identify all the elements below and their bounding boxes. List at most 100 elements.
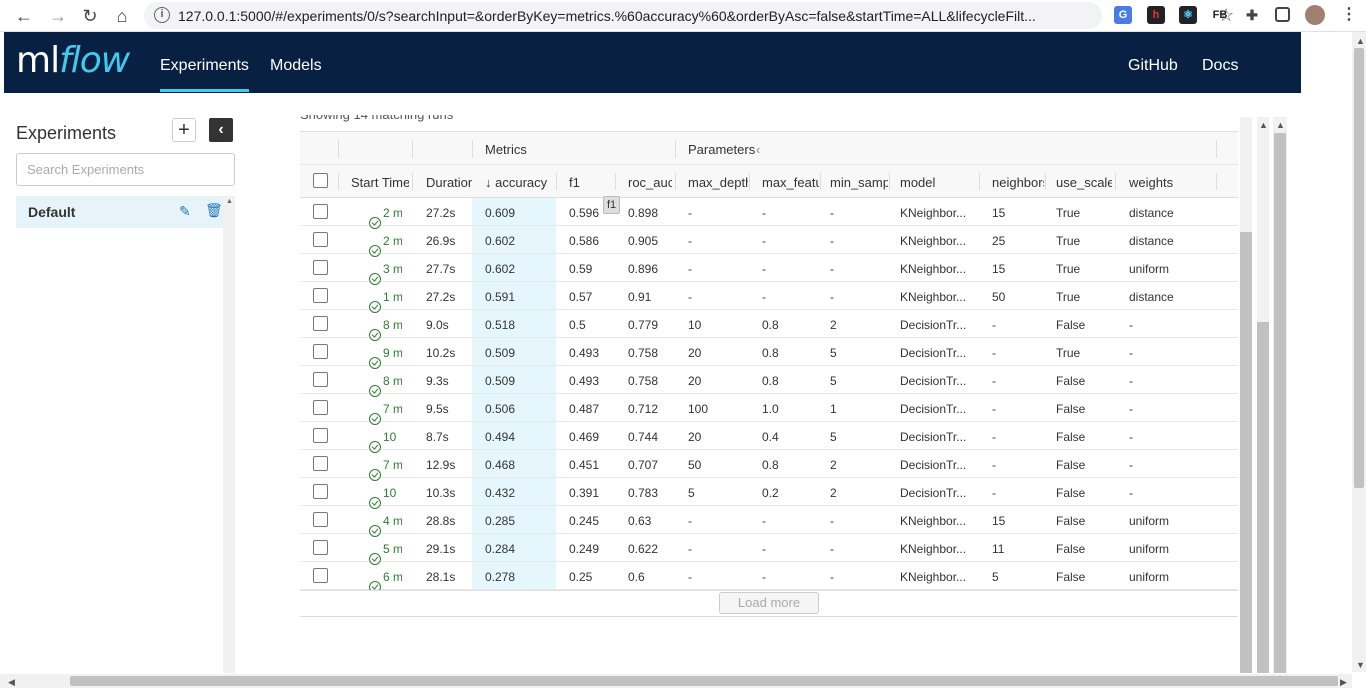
cell-text: - (830, 234, 834, 248)
row-checkbox[interactable] (313, 260, 328, 275)
header-use-scaler[interactable]: use_scaler (1056, 175, 1112, 190)
load-more-button[interactable]: Load more (719, 592, 819, 614)
extensions-puzzle-icon[interactable]: ✚ (1243, 6, 1261, 24)
select-all-checkbox[interactable] (313, 173, 328, 188)
cell-text: - (762, 234, 766, 248)
table-row[interactable]: ⊘108.7s0.4940.4690.744200.45DecisionTr..… (300, 422, 1238, 453)
header-neighbors[interactable]: neighbors (992, 175, 1044, 190)
side-panel-icon[interactable] (1275, 7, 1290, 22)
grid-scroll-thumb[interactable] (1240, 232, 1252, 673)
sidebar-item-default[interactable]: Default ✎ 🗑 (16, 196, 223, 228)
fb-extension-icon[interactable]: FB (1211, 6, 1229, 24)
table-row[interactable]: ⊘5 m29.1s0.2840.2490.622---KNeighbor...1… (300, 534, 1238, 565)
trash-icon[interactable]: 🗑 (205, 202, 223, 219)
table-row[interactable]: ⊘2 m27.2s0.6090.5960.898---KNeighbor...1… (300, 198, 1238, 229)
row-checkbox[interactable] (313, 316, 328, 331)
cell-roc-auc: 0.896 (628, 262, 672, 276)
collapse-parameters-icon[interactable]: ‹ (756, 142, 760, 157)
forward-icon[interactable]: → (46, 4, 70, 28)
nav-models[interactable]: Models (270, 57, 322, 75)
cell-text: 10 (383, 486, 397, 500)
page-scroll-thumb[interactable] (1354, 48, 1364, 488)
back-icon[interactable]: ← (12, 4, 36, 28)
table-row[interactable]: ⊘7 m9.5s0.5060.4870.7121001.01DecisionTr… (300, 394, 1238, 425)
cell-text: 10 (688, 318, 702, 332)
home-icon[interactable]: ⌂ (110, 4, 134, 28)
header-f1[interactable]: f1 (569, 175, 609, 190)
scroll-right-arrow-icon[interactable]: ▶ (1340, 677, 1347, 688)
site-info-icon[interactable]: i (154, 7, 170, 23)
table-row[interactable]: ⊘1 m27.2s0.5910.570.91---KNeighbor...50T… (300, 282, 1238, 313)
header-duration[interactable]: Duration (426, 175, 472, 190)
row-checkbox[interactable] (313, 204, 328, 219)
header-max-features[interactable]: max_featu (762, 175, 819, 190)
mlflow-logo[interactable]: mlflow (16, 40, 130, 81)
scroll-down-arrow-icon[interactable]: ▼ (1356, 660, 1365, 670)
scroll-left-arrow-icon[interactable]: ◀ (8, 677, 15, 688)
row-checkbox[interactable] (313, 456, 328, 471)
cell-max-depth: - (688, 290, 746, 304)
react-devtools-icon[interactable]: ⚛ (1179, 6, 1197, 24)
header-start-time[interactable]: Start Time (351, 175, 409, 190)
cell-text: - (762, 570, 766, 584)
table-row[interactable]: ⊘4 m28.8s0.2850.2450.63---KNeighbor...15… (300, 506, 1238, 537)
table-row[interactable]: ⊘1010.3s0.4320.3910.78350.22DecisionTr..… (300, 478, 1238, 509)
cell-roc-auc: 0.63 (628, 514, 672, 528)
cell-model: KNeighbor... (900, 262, 975, 276)
row-checkbox[interactable] (313, 400, 328, 415)
table-row[interactable]: ⊘8 m9.3s0.5090.4930.758200.85DecisionTr.… (300, 366, 1238, 397)
cell-text: - (992, 374, 996, 388)
scroll-up-arrow-icon[interactable]: ▲ (1259, 120, 1268, 130)
nav-docs[interactable]: Docs (1202, 57, 1238, 75)
header-model[interactable]: model (900, 175, 960, 190)
row-checkbox[interactable] (313, 288, 328, 303)
row-checkbox[interactable] (313, 484, 328, 499)
row-checkbox[interactable] (313, 512, 328, 527)
collapse-sidebar-button[interactable]: ‹ (209, 118, 233, 142)
header-roc-auc[interactable]: roc_auc (628, 175, 672, 190)
header-min-samples[interactable]: min_sampl (830, 175, 888, 190)
table-row[interactable]: ⊘7 m12.9s0.4680.4510.707500.82DecisionTr… (300, 450, 1238, 481)
table-row[interactable]: ⊘3 m27.7s0.6020.590.896---KNeighbor...15… (300, 254, 1238, 285)
browser-menu-icon[interactable]: ⋮ (1340, 6, 1358, 24)
inner-scroll-thumb[interactable] (1257, 322, 1269, 673)
header-max-depth[interactable]: max_depth (688, 175, 748, 190)
page-hscroll-thumb[interactable] (70, 676, 1338, 686)
add-experiment-button[interactable]: + (172, 118, 196, 142)
row-checkbox[interactable] (313, 232, 328, 247)
table-row[interactable]: ⊘8 m9.0s0.5180.50.779100.82DecisionTr...… (300, 310, 1238, 341)
scroll-up-arrow-icon[interactable]: ▲ (1356, 36, 1365, 46)
outer-scroll-thumb[interactable] (1274, 133, 1286, 673)
row-checkbox[interactable] (313, 428, 328, 443)
row-checkbox[interactable] (313, 372, 328, 387)
column-header-row: Start Time Duration ↓ accuracy f1 roc_au… (300, 165, 1238, 198)
cell-text: KNeighbor... (900, 514, 967, 528)
header-accuracy[interactable]: ↓ accuracy (485, 175, 555, 190)
address-bar[interactable]: i 127.0.0.1:5000/#/experiments/0/s?searc… (144, 2, 1234, 29)
cell-start-time[interactable]: ⊘6 m (369, 570, 402, 590)
cell-f1: 0.57 (569, 290, 609, 304)
nav-github[interactable]: GitHub (1128, 57, 1178, 75)
check-mark (371, 554, 379, 562)
scroll-up-arrow-icon[interactable]: ▲ (226, 198, 233, 205)
cell-max-depth: 100 (688, 402, 746, 416)
row-checkbox[interactable] (313, 344, 328, 359)
edit-icon[interactable]: ✎ (179, 203, 191, 220)
scroll-up-arrow-icon[interactable]: ▲ (1276, 120, 1285, 130)
profile-avatar[interactable] (1305, 5, 1325, 25)
url-text[interactable]: 127.0.0.1:5000/#/experiments/0/s?searchI… (178, 8, 1058, 24)
table-row[interactable]: ⊘2 m26.9s0.6020.5860.905---KNeighbor...2… (300, 226, 1238, 257)
google-translate-icon[interactable]: G (1114, 6, 1132, 24)
cell-text: 2 (830, 458, 837, 472)
row-checkbox[interactable] (313, 540, 328, 555)
reload-icon[interactable]: ↻ (78, 4, 102, 28)
table-row[interactable]: ⊘9 m10.2s0.5090.4930.758200.85DecisionTr… (300, 338, 1238, 369)
h-extension-icon[interactable]: h (1147, 6, 1165, 24)
row-checkbox[interactable] (313, 568, 328, 583)
sidebar-scrollbar[interactable]: ▲ (223, 196, 235, 673)
table-row[interactable]: ⊘6 m 28.1s 0.278 0.25 0.6 - - - KNeighbor... 5 Fal… (300, 562, 1238, 590)
header-weights[interactable]: weights (1129, 175, 1199, 190)
search-experiments-input[interactable]: Search Experiments (16, 153, 235, 186)
logo-flow: flow (59, 40, 130, 81)
nav-experiments[interactable]: Experiments (160, 57, 249, 92)
